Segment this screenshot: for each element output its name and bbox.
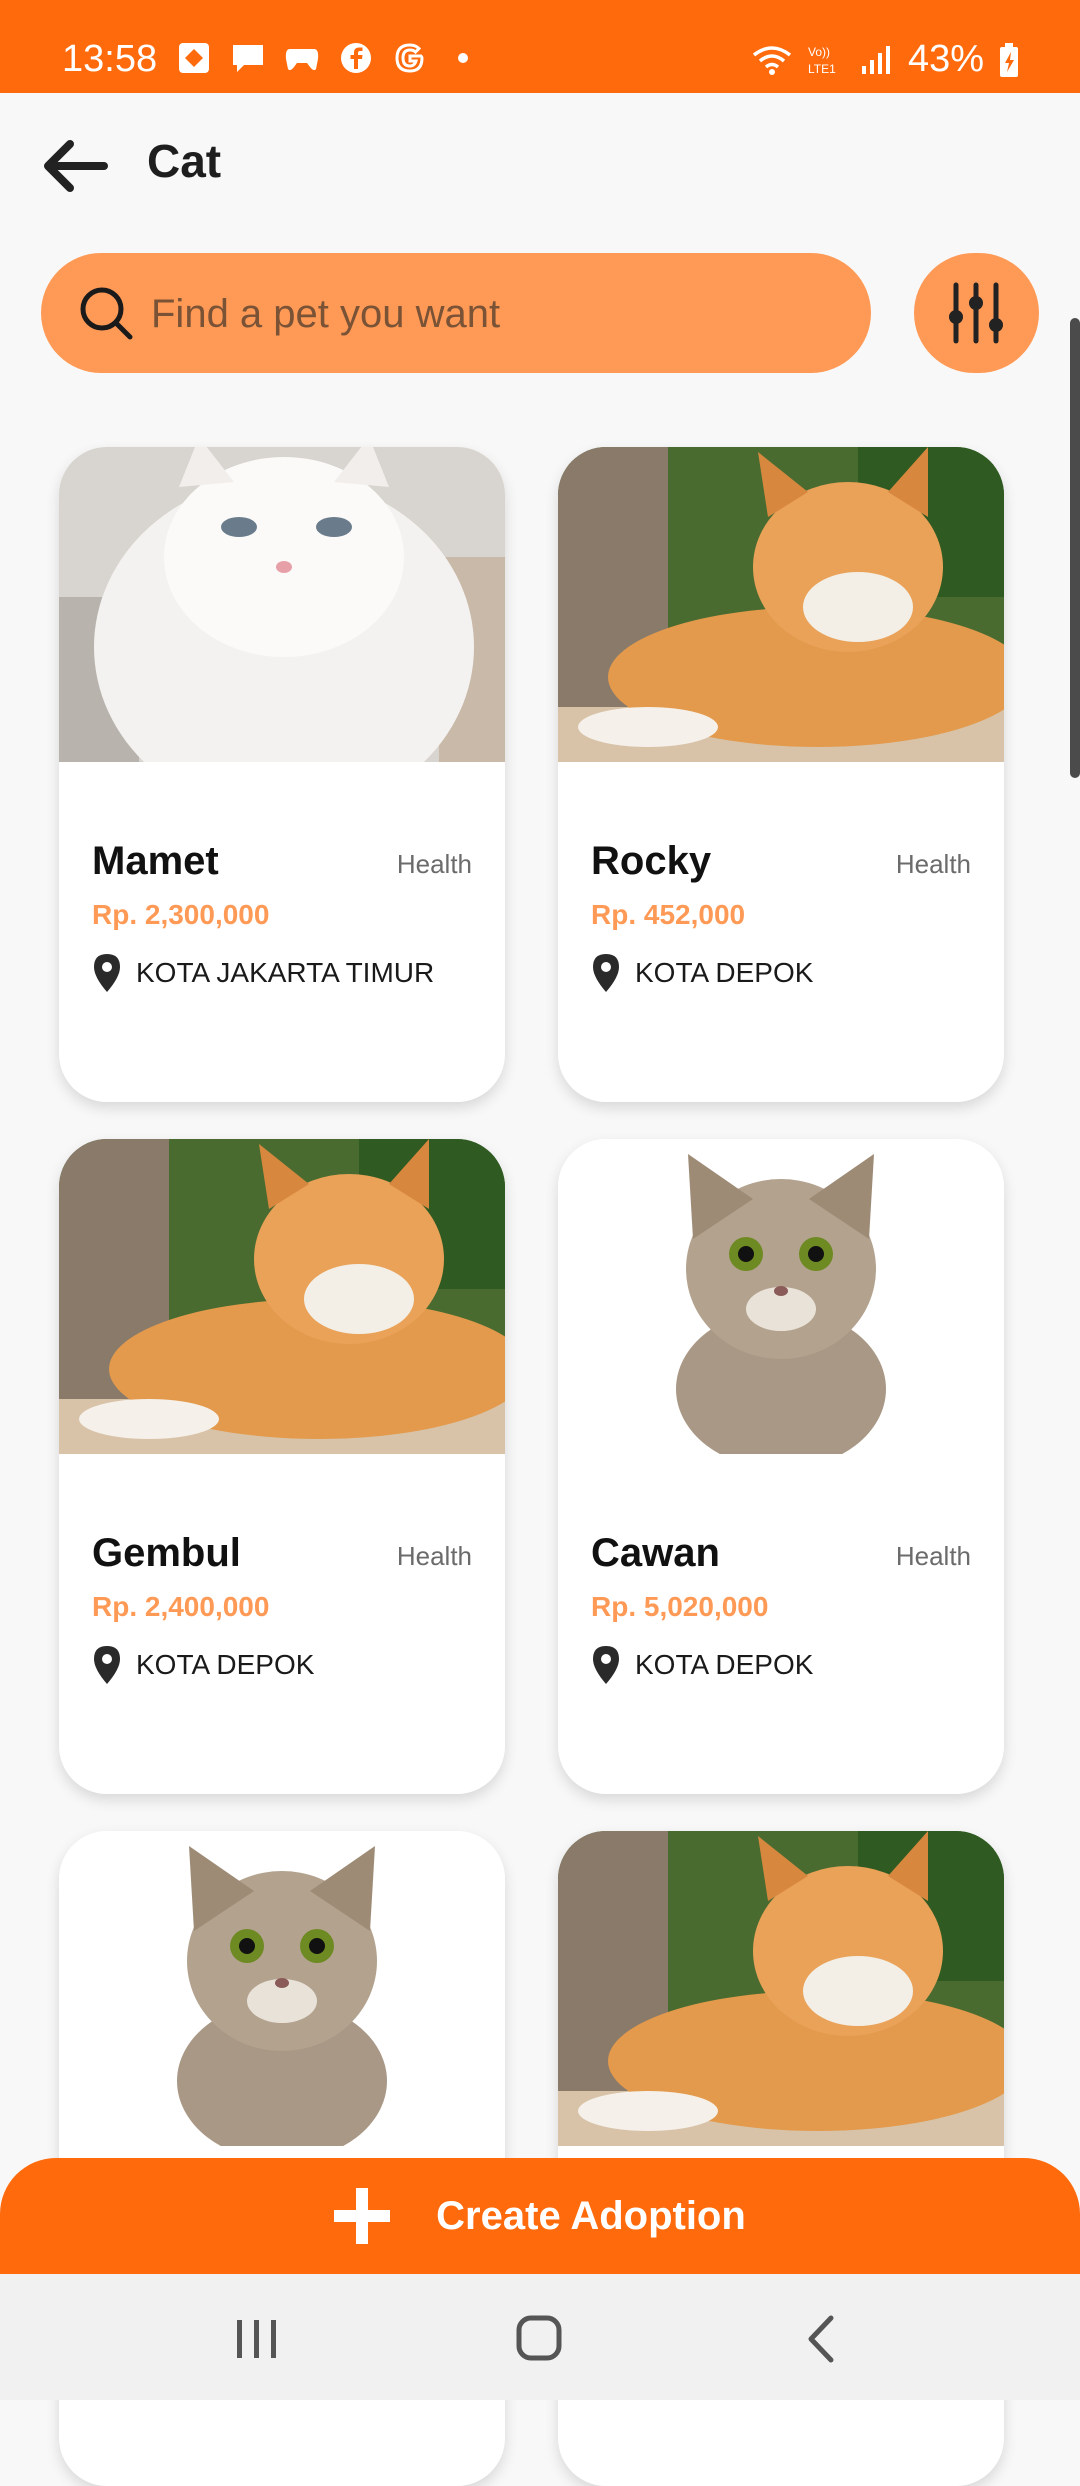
pet-photo [59,1831,505,2146]
system-nav-bar [0,2274,1080,2400]
health-tag: Health [396,1541,472,1571]
more-notifications-dot [458,53,468,63]
lte-icon: Vo)) LTE1 [808,45,836,76]
health-tag: Health [396,849,472,879]
search-icon [80,287,133,340]
pet-location: KOTA DEPOK [591,953,813,993]
pet-name: Mamet [92,839,219,883]
pet-name: Cawan [591,1531,720,1575]
health-tag: Health [895,849,971,879]
pet-card[interactable]: Cawan Health Rp. 5,020,000 KOTA DEPOK [558,1139,1004,1794]
pet-photo [59,1139,505,1454]
pet-photo [59,447,505,762]
wifi-icon [752,45,792,75]
search-input[interactable] [149,275,833,353]
game-icon [284,40,320,76]
arrow-left-icon [44,140,108,192]
pet-location: KOTA DEPOK [92,1645,314,1685]
pet-photo [558,1831,1004,2146]
status-right: Vo)) LTE1 43% [752,38,1020,81]
health-tag: Health [895,1541,971,1571]
create-adoption-button[interactable]: Create Adoption [0,2158,1080,2274]
google-icon [392,40,428,76]
location-text: KOTA DEPOK [635,1649,814,1680]
sliders-icon [949,282,1003,344]
status-time: 13:58 [62,38,158,80]
battery-percent: 43% [907,38,984,80]
home-icon[interactable] [509,2314,569,2364]
message-icon [230,40,266,76]
back-nav-icon[interactable] [793,2314,853,2364]
pet-card[interactable]: Rocky Health Rp. 452,000 KOTA DEPOK [558,447,1004,1102]
filter-button[interactable] [914,253,1039,373]
app-notification-icon [176,40,212,76]
location-text: KOTA DEPOK [635,957,814,988]
notification-icons [176,40,468,76]
signal-icon [861,45,890,74]
svg-text:Vo)): Vo)) [808,45,830,59]
pet-location: KOTA DEPOK [591,1645,813,1685]
location-pin-icon [593,954,619,992]
search-bar[interactable] [41,253,871,373]
pet-photo [558,1139,1004,1454]
plus-icon [334,2188,391,2244]
facebook-icon [338,40,374,76]
battery-charging-icon [1000,42,1018,77]
location-pin-icon [593,1646,619,1684]
back-button[interactable] [38,136,108,196]
pet-location: KOTA JAKARTA TIMUR [92,953,434,993]
page-title: Cat [147,135,222,187]
pet-price: Rp. 452,000 [591,899,746,930]
pet-name: Gembul [92,1531,241,1575]
pet-price: Rp. 2,300,000 [92,899,270,930]
pet-name: Rocky [591,839,712,883]
pet-price: Rp. 5,020,000 [591,1591,769,1622]
location-pin-icon [94,954,120,992]
status-bar: 13:58 Vo)) LTE1 43% [0,0,1080,93]
pet-price: Rp. 2,400,000 [92,1591,270,1622]
recent-apps-icon[interactable] [227,2314,287,2364]
pet-card[interactable]: Mamet Health Rp. 2,300,000 KOTA JAKARTA … [59,447,505,1102]
create-adoption-label: Create Adoption [436,2193,746,2238]
location-pin-icon [94,1646,120,1684]
pet-photo [558,447,1004,762]
location-text: KOTA JAKARTA TIMUR [136,957,435,988]
scroll-indicator[interactable] [1070,318,1080,778]
location-text: KOTA DEPOK [136,1649,315,1680]
pet-card[interactable]: Gembul Health Rp. 2,400,000 KOTA DEPOK [59,1139,505,1794]
svg-text:LTE1: LTE1 [808,62,836,76]
